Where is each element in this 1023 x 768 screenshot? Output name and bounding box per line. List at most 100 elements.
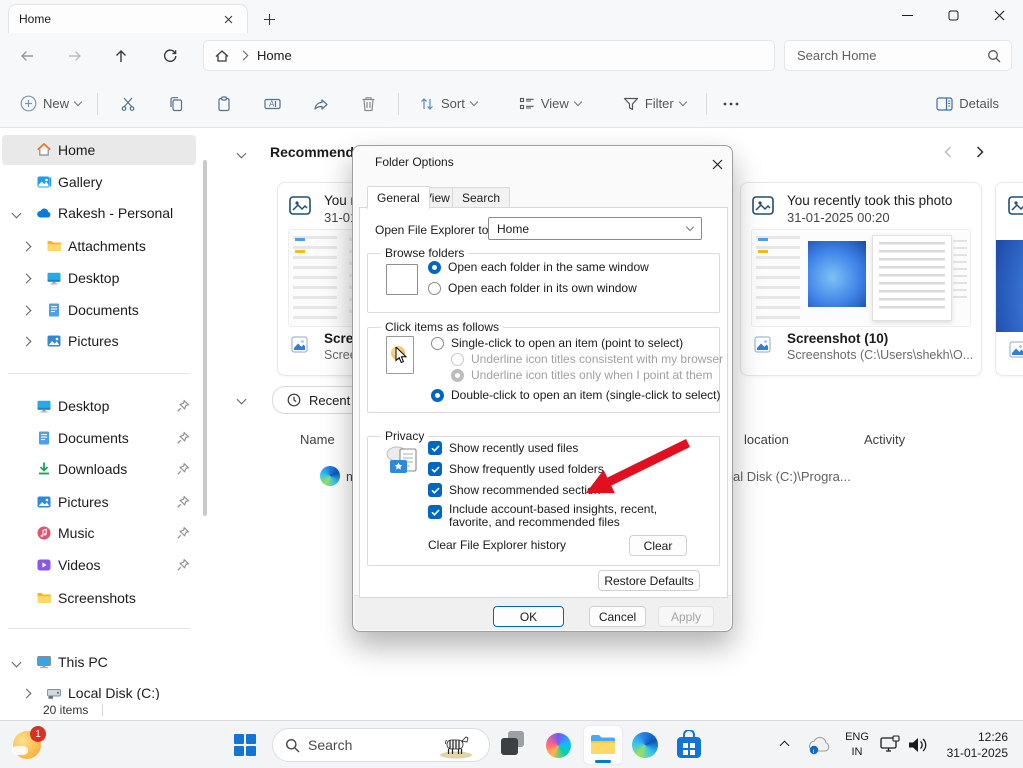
checkbox-account-insights[interactable]: Include account-based insights, recent, … [428, 503, 703, 529]
checkbox-recently-used[interactable]: Show recently used files [428, 441, 578, 455]
volume-tray-icon[interactable] [906, 734, 930, 756]
language-indicator[interactable]: ENG IN [840, 730, 874, 760]
rename-button[interactable]: A [256, 88, 289, 120]
copilot-button[interactable] [544, 731, 572, 759]
search-input[interactable] [795, 47, 987, 64]
checkbox-checked-icon[interactable] [428, 441, 442, 455]
copy-button[interactable] [160, 88, 192, 120]
recent-collapse-icon[interactable] [237, 395, 247, 405]
up-button[interactable] [106, 41, 136, 71]
chevron-right-icon[interactable] [22, 337, 32, 347]
close-button[interactable] [976, 0, 1022, 31]
new-button[interactable]: New [12, 88, 89, 120]
desktop-icon [46, 270, 62, 286]
sidebar-item-pictures[interactable]: Pictures [0, 487, 200, 517]
sidebar-item-attachments[interactable]: Attachments [0, 231, 200, 261]
restore-defaults-button[interactable]: Restore Defaults [598, 570, 700, 591]
cancel-button[interactable]: Cancel [589, 606, 646, 627]
dialog-title: Folder Options [375, 155, 454, 169]
sort-button[interactable]: Sort [411, 88, 485, 120]
radio-same-window[interactable]: Open each folder in the same window [428, 260, 649, 274]
radio-selected-icon[interactable] [428, 261, 441, 274]
recommended-card-partial[interactable] [995, 182, 1023, 376]
maximize-button[interactable] [930, 0, 976, 31]
column-location[interactable]: location [744, 432, 789, 447]
radio-selected-icon[interactable] [431, 389, 444, 402]
sidebar-item-this-pc[interactable]: This PC [0, 647, 200, 677]
search-box[interactable] [784, 40, 1012, 71]
chevron-right-icon[interactable] [22, 242, 32, 252]
sidebar-item-gallery[interactable]: Gallery [0, 167, 200, 197]
details-button[interactable]: Details [928, 88, 1007, 120]
sidebar-item-desktop-od[interactable]: Desktop [0, 263, 200, 293]
chevron-right-icon[interactable] [22, 306, 32, 316]
refresh-button[interactable] [155, 41, 185, 71]
clock[interactable]: 12:26 31-01-2025 [934, 729, 1008, 761]
task-view-button[interactable] [499, 731, 529, 759]
sidebar-item-home[interactable]: Home [0, 135, 200, 165]
checkbox-show-recommended[interactable]: Show recommended section [428, 483, 600, 497]
sidebar-item-downloads[interactable]: Downloads [0, 454, 200, 484]
file-explorer-button[interactable] [583, 725, 623, 765]
view-button[interactable]: View [511, 88, 589, 120]
taskbar-search-label: Search [308, 737, 427, 753]
forward-button[interactable] [60, 41, 90, 71]
back-button[interactable] [12, 41, 42, 71]
sidebar-item-videos[interactable]: Videos [0, 550, 200, 580]
edge-button[interactable] [631, 731, 659, 759]
radio-own-window[interactable]: Open each folder in its own window [428, 281, 637, 295]
microsoft-store-button[interactable] [674, 729, 704, 761]
paste-button[interactable] [208, 88, 240, 120]
filter-button[interactable]: Filter [615, 88, 694, 120]
open-to-dropdown[interactable]: Home [488, 217, 702, 240]
carousel-next-icon[interactable] [974, 145, 986, 159]
explorer-tab[interactable]: Home [8, 4, 248, 33]
delete-button[interactable] [353, 88, 384, 120]
more-options-button[interactable] [715, 88, 747, 120]
tab-search[interactable]: Search [452, 187, 510, 208]
cut-button[interactable] [112, 88, 144, 120]
sidebar-item-onedrive[interactable]: Rakesh - Personal [0, 198, 200, 228]
chevron-down-icon[interactable] [12, 658, 22, 668]
network-tray-icon[interactable] [878, 734, 902, 756]
radio-icon[interactable] [431, 337, 444, 350]
sidebar-item-screenshots[interactable]: Screenshots [0, 583, 200, 613]
sidebar-item-desktop[interactable]: Desktop [0, 391, 200, 421]
carousel-prev-icon[interactable] [942, 145, 954, 159]
breadcrumb[interactable]: Home [257, 48, 292, 63]
clear-button[interactable]: Clear [629, 535, 687, 556]
ok-button[interactable]: OK [493, 606, 564, 627]
sidebar-item-documents[interactable]: Documents [0, 423, 200, 453]
sidebar-item-local-disk-c[interactable]: Local Disk (C:) [0, 678, 200, 700]
tab-general[interactable]: General [367, 186, 430, 209]
radio-icon[interactable] [428, 282, 441, 295]
chevron-right-icon[interactable] [22, 274, 32, 284]
address-bar[interactable]: Home [203, 40, 775, 71]
radio-double-click[interactable]: Double-click to open an item (single-cli… [431, 388, 720, 402]
taskbar-search[interactable]: Search [272, 728, 490, 762]
sidebar-item-music[interactable]: Music [0, 518, 200, 548]
chevron-down-icon[interactable] [12, 209, 22, 219]
column-activity[interactable]: Activity [864, 432, 905, 447]
dialog-close-icon[interactable] [705, 152, 729, 176]
radio-single-click[interactable]: Single-click to open an item (point to s… [431, 336, 683, 350]
widgets-weather-icon[interactable]: 1 [8, 726, 46, 764]
chevron-right-icon[interactable] [22, 689, 32, 699]
apply-button[interactable]: Apply [658, 606, 714, 627]
checkbox-checked-icon[interactable] [428, 462, 442, 476]
onedrive-tray-icon[interactable]: i [806, 734, 834, 756]
checkbox-checked-icon[interactable] [428, 505, 442, 519]
tab-close-icon[interactable] [219, 10, 237, 28]
column-name[interactable]: Name [300, 432, 335, 447]
sidebar-item-pictures-od[interactable]: Pictures [0, 326, 200, 356]
minimize-button[interactable] [884, 0, 930, 31]
recommended-card[interactable]: You recently took this photo 31-01-2025 … [740, 182, 982, 376]
start-button[interactable] [230, 730, 260, 760]
recommended-collapse-icon[interactable] [237, 149, 247, 159]
checkbox-frequently-used[interactable]: Show frequently used folders [428, 462, 604, 476]
new-tab-button[interactable] [258, 8, 280, 30]
checkbox-checked-icon[interactable] [428, 483, 442, 497]
tray-overflow-chevron-icon[interactable] [780, 741, 790, 751]
share-button[interactable] [305, 88, 337, 120]
sidebar-item-documents-od[interactable]: Documents [0, 295, 200, 325]
